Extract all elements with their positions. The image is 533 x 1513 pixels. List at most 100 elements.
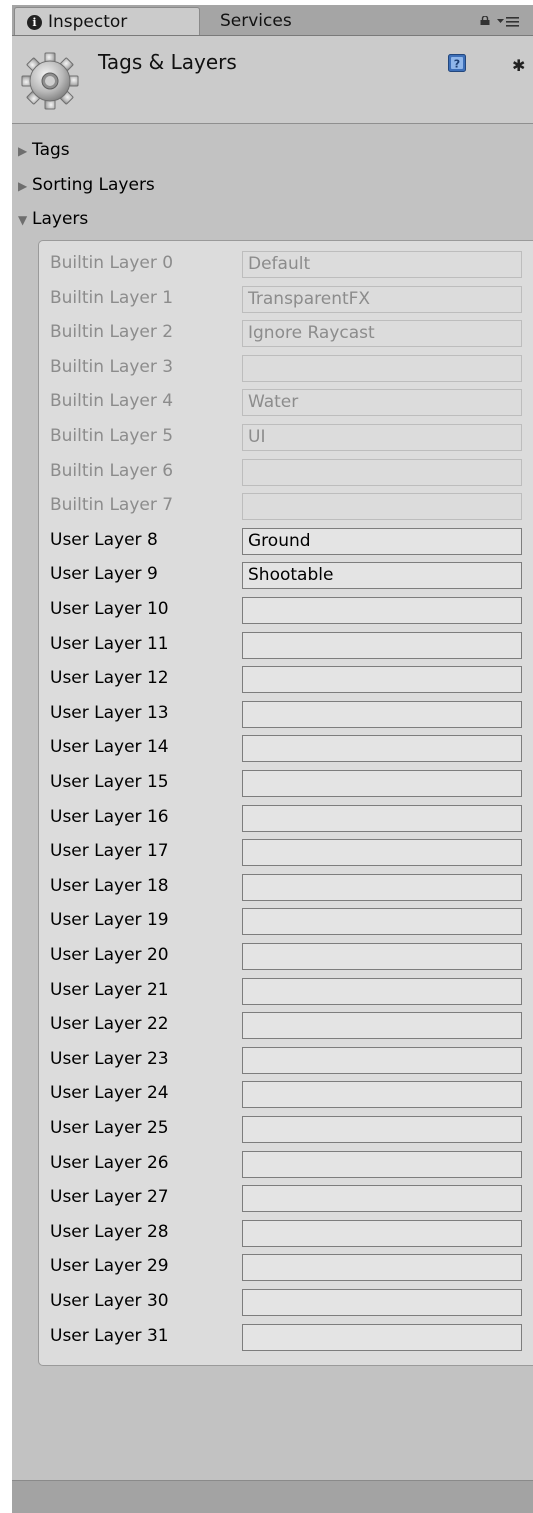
- layer-name-field[interactable]: [242, 908, 522, 936]
- layer-label: Builtin Layer 4: [50, 391, 174, 412]
- layer-row: User Layer 20: [39, 938, 533, 973]
- layer-label: User Layer 21: [50, 979, 169, 1000]
- layer-name-field[interactable]: [242, 666, 522, 694]
- layer-name-field[interactable]: [242, 873, 522, 901]
- layer-row: User Layer 12: [39, 661, 533, 696]
- layer-label: User Layer 10: [50, 599, 169, 619]
- layer-name-field: UI: [242, 424, 522, 451]
- layer-name-field[interactable]: [242, 1185, 522, 1213]
- layer-name-field[interactable]: Shootable: [242, 562, 522, 590]
- layer-label: User Layer 9: [50, 564, 158, 585]
- layer-row: User Layer 22: [39, 1007, 533, 1042]
- triangle-down-icon: ▼: [18, 213, 28, 227]
- layer-name-field[interactable]: [242, 1081, 522, 1109]
- layer-name-field[interactable]: [242, 770, 522, 797]
- layer-label: User Layer 29: [50, 1256, 169, 1277]
- layer-name-field[interactable]: Ground: [242, 527, 522, 555]
- layer-name-field[interactable]: [242, 804, 522, 832]
- foldout-tags-label: Tags: [32, 140, 70, 160]
- layer-label: User Layer 11: [50, 633, 169, 654]
- layer-name-field[interactable]: [242, 1012, 522, 1040]
- tab-inspector-label: Inspector: [48, 12, 128, 32]
- layer-row: User Layer 17: [39, 834, 533, 869]
- layer-name-field[interactable]: [242, 1150, 522, 1178]
- layer-name-field[interactable]: [242, 1323, 522, 1351]
- layer-name-field: [242, 354, 522, 382]
- tab-inspector[interactable]: i Inspector: [14, 7, 200, 35]
- layer-row: User Layer 10: [39, 592, 533, 627]
- foldout-tags[interactable]: ▶ Tags: [18, 137, 70, 163]
- layer-name-field: TransparentFX: [242, 285, 522, 313]
- layer-label: User Layer 20: [50, 945, 169, 965]
- layer-name-field[interactable]: [242, 597, 522, 624]
- layer-label: User Layer 23: [50, 1048, 169, 1069]
- layer-label: Builtin Layer 6: [50, 460, 174, 481]
- inspector-header: Tags & Layers ? ✱: [12, 36, 533, 124]
- layer-label: Builtin Layer 0: [50, 253, 174, 273]
- layers-list: Builtin Layer 0 Default Builtin Layer 1 Tra…: [38, 240, 533, 1366]
- layer-row: User Layer 21: [39, 973, 533, 1008]
- foldout-layers[interactable]: ▼ Layers: [18, 206, 88, 232]
- layer-name-field[interactable]: [242, 631, 522, 659]
- layer-name-field[interactable]: [242, 943, 522, 970]
- layer-row: User Layer 24: [39, 1076, 533, 1111]
- layer-name-field[interactable]: [242, 1116, 522, 1143]
- layer-label: User Layer 31: [50, 1325, 169, 1346]
- layer-label: User Layer 26: [50, 1152, 169, 1173]
- layer-label: User Layer 30: [50, 1291, 169, 1311]
- layer-row: User Layer 27: [39, 1180, 533, 1215]
- layer-name-field[interactable]: [242, 1289, 522, 1316]
- foldout-sorting-layers[interactable]: ▶ Sorting Layers: [18, 172, 155, 198]
- layer-row: User Layer 15: [39, 765, 533, 800]
- layer-name-field[interactable]: [242, 735, 522, 763]
- layer-row: User Layer 13: [39, 696, 533, 731]
- layer-name-field: [242, 458, 522, 486]
- layer-name-field[interactable]: [242, 1254, 522, 1282]
- layer-label: User Layer 25: [50, 1118, 169, 1138]
- lock-icon[interactable]: [480, 16, 490, 25]
- layer-row: User Layer 19: [39, 903, 533, 938]
- layer-name-field[interactable]: [242, 700, 522, 728]
- layer-label: User Layer 28: [50, 1221, 169, 1242]
- layer-name-field: [242, 493, 522, 521]
- layer-row: User Layer 26: [39, 1146, 533, 1181]
- layer-label: User Layer 24: [50, 1083, 169, 1104]
- layer-row: Builtin Layer 1 TransparentFX: [39, 281, 533, 316]
- layer-label: User Layer 14: [50, 737, 169, 758]
- layer-label: Builtin Layer 1: [50, 287, 174, 308]
- settings-icon[interactable]: ✱: [512, 56, 525, 75]
- triangle-right-icon: ▶: [18, 144, 28, 158]
- layer-label: Builtin Layer 7: [50, 495, 174, 516]
- layer-name-field[interactable]: [242, 977, 522, 1005]
- layer-row: User Layer 14: [39, 730, 533, 765]
- layer-row: User Layer 8 Ground: [39, 523, 533, 558]
- info-icon: i: [27, 15, 42, 30]
- page-title: Tags & Layers: [98, 50, 237, 74]
- tab-services-label: Services: [220, 11, 292, 31]
- layer-row: User Layer 18: [39, 869, 533, 904]
- tab-services[interactable]: Services: [214, 7, 384, 35]
- tab-bar: i Inspector Services: [12, 5, 533, 36]
- footer-bar: [12, 1480, 533, 1513]
- layer-name-field: Ignore Raycast: [242, 320, 522, 348]
- help-icon[interactable]: ?: [448, 54, 466, 72]
- layer-row: User Layer 11: [39, 627, 533, 662]
- layer-row: User Layer 28: [39, 1215, 533, 1250]
- layer-row: User Layer 25: [39, 1111, 533, 1146]
- layer-name-field[interactable]: [242, 1219, 522, 1247]
- layer-name-field[interactable]: [242, 1046, 522, 1074]
- layer-row: Builtin Layer 5 UI: [39, 419, 533, 454]
- layer-row: User Layer 16: [39, 800, 533, 835]
- layer-label: User Layer 19: [50, 910, 169, 931]
- layer-row: User Layer 30: [39, 1284, 533, 1319]
- layer-row: User Layer 23: [39, 1042, 533, 1077]
- layer-row: Builtin Layer 2 Ignore Raycast: [39, 315, 533, 350]
- layer-name-field[interactable]: [242, 839, 522, 867]
- layer-row: Builtin Layer 7: [39, 488, 533, 523]
- layer-row: User Layer 31: [39, 1319, 533, 1354]
- layer-row: User Layer 29: [39, 1249, 533, 1284]
- layer-row: Builtin Layer 6: [39, 454, 533, 489]
- layer-label: User Layer 12: [50, 668, 169, 689]
- layer-label: User Layer 13: [50, 702, 169, 723]
- tab-menu-icon[interactable]: [496, 14, 520, 28]
